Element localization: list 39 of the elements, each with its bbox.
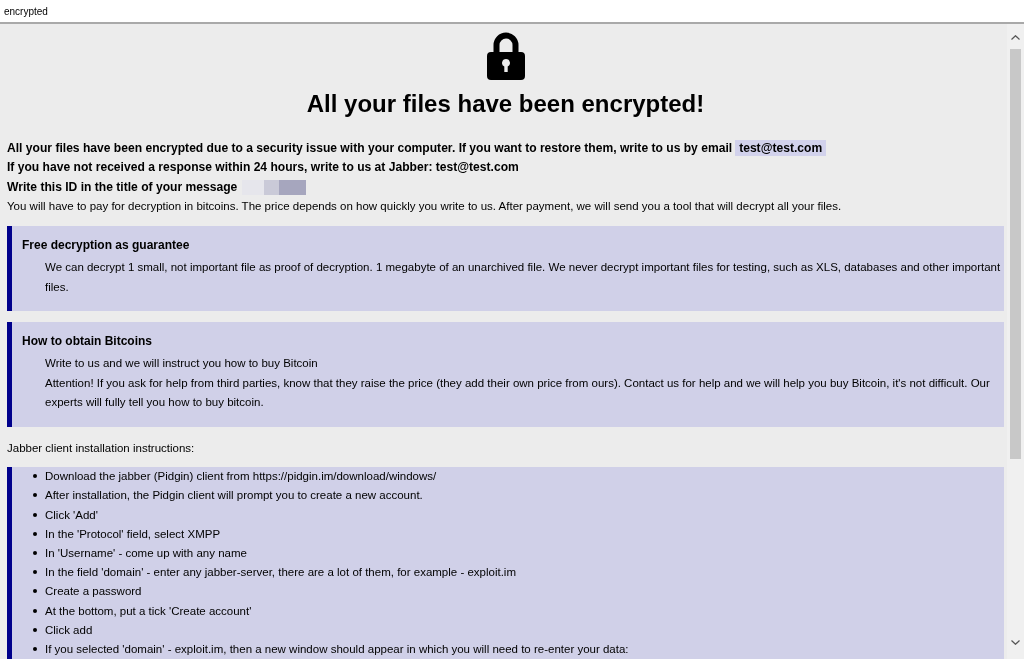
notice-text: You will have to pay for decryption in bitcoins. The price depends on how quickly you write to us. After payment, we will send you a tool that will decrypt all your files. <box>7 198 843 214</box>
panel-title: How to obtain Bitcoins <box>22 333 153 351</box>
bullet-icon <box>33 531 37 536</box>
window-title: encrypted <box>4 5 48 17</box>
bullet-icon <box>33 589 37 594</box>
step-text: In 'Username' - come up with any name <box>45 547 247 560</box>
step-text: In the field 'domain' - enter any jabber-server, there are a lot of them, for example - exploit.im <box>45 566 516 579</box>
chevron-down-icon[interactable] <box>1011 640 1020 645</box>
step-text: At the bottom, put a tick 'Create account' <box>45 604 252 617</box>
instructions-caption: Jabber client installation instructions: <box>7 440 196 456</box>
step-text: Download the jabber (Pidgin) client from https://pidgin.im/download/windows/ <box>45 470 437 483</box>
bullet-icon <box>33 512 37 517</box>
scrollbar-track[interactable] <box>1007 24 1024 659</box>
notice-text: Write this ID in the title of your message <box>7 179 238 194</box>
notice-text: All your files have been encrypted due to a security issue with your computer. If you want to restore them, write to us by email <box>7 141 733 155</box>
email-address: test@test.com <box>735 140 827 156</box>
step-text: Click add <box>45 623 93 636</box>
bullet-icon <box>33 646 37 651</box>
panel-title: Free decryption as guarantee <box>22 237 191 255</box>
redacted-id-block <box>242 180 307 196</box>
chevron-up-icon[interactable] <box>1011 35 1020 40</box>
step-text: In the 'Protocol' field, select XMPP <box>45 527 221 540</box>
bullet-icon <box>33 608 37 613</box>
bullet-icon <box>33 493 37 498</box>
notice-text: If you have not received a response within 24 hours, write to us at Jabber: test@test.com <box>7 159 520 177</box>
page-heading: All your files have been encrypted! <box>305 89 706 119</box>
bullet-icon <box>33 570 37 575</box>
bullet-icon <box>33 551 37 556</box>
bullet-icon <box>33 474 37 479</box>
panel-text: Attention! If you ask for help from third parties, know that they raise the price (they add their own price from ours). Contact us for help and we will help you buy Bitcoin, it's not difficult. Our experts will fully tell you how to buy bitcoin. <box>44 375 991 411</box>
padlock-icon <box>486 32 525 80</box>
step-text: After installation, the Pidgin client will prompt you to create a new account. <box>45 489 423 502</box>
step-text: If you selected 'domain' - exploit.im, then a new window should appear in which you will need to re-enter your data: <box>45 642 629 655</box>
panel-text: We can decrypt 1 small, not important file as proof of decryption. 1 megabyte of an unarchived file. We never decrypt important files for testing, such as XLS, databases and other important files. <box>44 260 1002 295</box>
panel-text: Write to us and we will instruct you how to buy Bitcoin <box>44 356 319 372</box>
step-text: Click 'Add' <box>45 508 98 521</box>
step-text: Create a password <box>45 585 142 598</box>
scrollbar-thumb[interactable] <box>1010 49 1021 459</box>
bullet-icon <box>33 627 37 632</box>
